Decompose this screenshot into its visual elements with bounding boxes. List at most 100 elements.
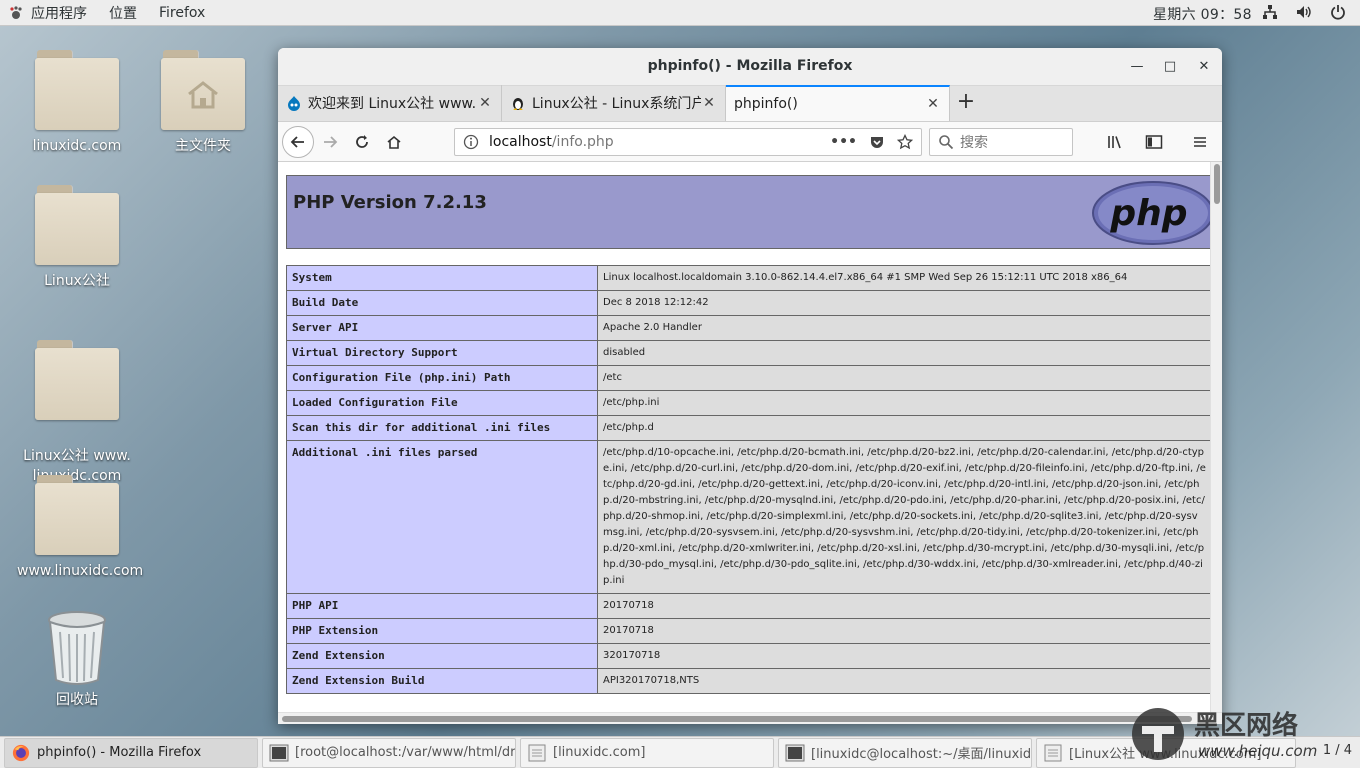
trash-icon — [48, 611, 106, 685]
vertical-scroll-thumb[interactable] — [1214, 164, 1220, 204]
horizontal-scroll-thumb[interactable] — [282, 716, 1192, 722]
desktop-folder-linuxidc[interactable]: linuxidc.com — [17, 50, 137, 156]
php-info-key: Additional .ini files parsed — [286, 440, 598, 594]
forward-button[interactable] — [314, 126, 346, 158]
tab-close-icon[interactable]: ✕ — [925, 96, 941, 112]
back-button[interactable] — [282, 125, 314, 158]
folder-icon — [35, 185, 119, 265]
minimize-button[interactable]: — — [1126, 56, 1148, 78]
desktop-icon-label: 主文件夹 — [175, 138, 231, 154]
file-manager-icon — [528, 744, 546, 761]
workspace-pager[interactable]: 1 / 4 — [1323, 743, 1352, 758]
php-info-row: System Linux localhost.localdomain 3.10.0… — [286, 265, 1212, 291]
terminal-icon — [269, 744, 289, 761]
clock[interactable]: 星期六 09：58 — [1153, 4, 1252, 24]
new-tab-button[interactable]: + — [950, 85, 982, 121]
home-button[interactable] — [378, 126, 410, 158]
php-info-key: Loaded Configuration File — [286, 390, 598, 416]
php-info-key: System — [286, 265, 598, 291]
taskbar-item-terminal-root[interactable]: [root@localhost:/var/www/html/dr… — [262, 737, 516, 768]
php-info-value: disabled — [597, 340, 1212, 366]
desktop-home-folder[interactable]: 主文件夹 — [143, 50, 263, 156]
folder-icon — [35, 50, 119, 130]
tux-icon — [513, 98, 523, 110]
php-info-row: Server API Apache 2.0 Handler — [286, 315, 1212, 341]
url-bar[interactable]: localhost/info.php ••• — [454, 128, 922, 156]
php-info-key: Configuration File (php.ini) Path — [286, 365, 598, 391]
tab-label: 欢迎来到 Linux公社 www. — [308, 96, 477, 112]
tab-close-icon[interactable]: ✕ — [477, 95, 493, 111]
horizontal-scrollbar[interactable] — [278, 712, 1222, 724]
window-titlebar[interactable]: phpinfo() - Mozilla Firefox — □ ✕ — [278, 48, 1222, 86]
taskbar-item-label: [linuxidc@localhost:~/桌面/linuxidc-… — [811, 747, 1032, 762]
php-info-value: 20170718 — [597, 618, 1212, 644]
reload-button[interactable] — [346, 126, 378, 158]
pocket-icon[interactable] — [869, 134, 885, 150]
php-info-value: API320170718,NTS — [597, 668, 1212, 694]
php-info-key: PHP API — [286, 593, 598, 619]
info-icon[interactable] — [463, 134, 479, 150]
php-info-key: Scan this dir for additional .ini files — [286, 415, 598, 441]
places-menu[interactable]: 位置 — [109, 3, 137, 23]
toolbar-right — [1100, 126, 1216, 158]
bookmark-star-icon[interactable] — [897, 134, 913, 150]
php-info-row: Zend Extension Build API320170718,NTS — [286, 668, 1212, 694]
php-info-row: Configuration File (php.ini) Path/etc — [286, 365, 1212, 391]
desktop-trash[interactable]: 回收站 — [17, 610, 137, 710]
reload-icon — [356, 134, 368, 148]
power-icon — [1331, 5, 1345, 20]
php-logo[interactable]: php — [1091, 181, 1213, 245]
firefox-icon — [12, 744, 30, 761]
open-menu-button[interactable] — [1184, 126, 1216, 158]
network-icon — [1263, 5, 1277, 19]
taskbar-item-firefox[interactable]: phpinfo() - Mozilla Firefox — [4, 737, 258, 768]
tab-label: Linux公社 - Linux系统门户 — [532, 96, 701, 112]
php-info-row: Scan this dir for additional .ini files /… — [286, 415, 1212, 441]
php-info-key: Build Date — [286, 290, 598, 316]
page-actions-icon[interactable]: ••• — [830, 134, 857, 150]
desktop-folder-linux-gongshe[interactable]: Linux公社 — [17, 185, 137, 291]
top-panel: 应用程序 位置 Firefox 星期六 09：58 — [0, 0, 1360, 26]
folder-icon — [35, 475, 119, 555]
volume-icon — [1297, 6, 1311, 18]
tab-linux-gongshe-portal[interactable]: Linux公社 - Linux系统门户 ✕ — [502, 85, 726, 121]
tab-linux-gongshe-welcome[interactable]: 欢迎来到 Linux公社 www. ✕ — [278, 85, 502, 121]
php-info-row: Virtual Directory Support disabled — [286, 340, 1212, 366]
navigation-toolbar: localhost/info.php ••• 搜索 — [278, 122, 1222, 162]
php-info-row: Additional .ini files parsed/etc/php.d/1… — [286, 440, 1212, 594]
home-folder-icon — [161, 50, 245, 130]
php-version-header: PHP Version 7.2.13 php — [286, 175, 1213, 249]
php-info-key: Virtual Directory Support — [286, 340, 598, 366]
taskbar-item-folder-window[interactable]: [Linux公社 www.linuxidc.com] — [1036, 737, 1296, 768]
applications-menu[interactable]: 应用程序 — [0, 3, 109, 23]
php-info-key: Zend Extension — [286, 643, 598, 669]
taskbar-item-label: [Linux公社 www.linuxidc.com] — [1069, 747, 1262, 762]
search-bar[interactable]: 搜索 — [929, 128, 1073, 156]
desktop-folder-www-linuxidc[interactable]: www.linuxidc.com — [17, 475, 143, 581]
desktop-icon-label: Linux公社 — [44, 273, 110, 289]
taskbar-item-terminal-linuxidc[interactable]: [linuxidc@localhost:~/桌面/linuxidc-… — [778, 737, 1032, 768]
taskbar-item-label: [linuxidc.com] — [553, 745, 646, 760]
taskbar-item-file-manager[interactable]: [linuxidc.com] — [520, 737, 774, 768]
system-tray[interactable] — [1262, 4, 1346, 20]
php-version-title: PHP Version 7.2.13 — [293, 192, 487, 213]
php-info-value: /etc/php.d/10-opcache.ini, /etc/php.d/20… — [597, 440, 1212, 594]
url-path: /info.php — [551, 134, 614, 150]
tab-phpinfo[interactable]: phpinfo() ✕ — [726, 85, 950, 121]
active-app-menu[interactable]: Firefox — [159, 5, 205, 21]
forward-arrow-icon — [324, 135, 338, 148]
library-button[interactable] — [1100, 126, 1132, 158]
bottom-taskbar: phpinfo() - Mozilla Firefox [root@localh… — [0, 736, 1360, 768]
php-info-key: Server API — [286, 315, 598, 341]
php-info-value: Apache 2.0 Handler — [597, 315, 1212, 341]
firefox-window: phpinfo() - Mozilla Firefox — □ ✕ 欢迎来到 L… — [278, 48, 1222, 724]
php-info-key: Zend Extension Build — [286, 668, 598, 694]
maximize-button[interactable]: □ — [1159, 56, 1181, 78]
file-manager-icon — [1044, 744, 1062, 761]
sidebar-button[interactable] — [1138, 126, 1170, 158]
close-window-button[interactable]: ✕ — [1193, 56, 1215, 78]
back-arrow-icon — [290, 135, 304, 148]
home-icon — [387, 135, 401, 149]
tab-close-icon[interactable]: ✕ — [701, 95, 717, 111]
vertical-scrollbar[interactable] — [1210, 162, 1222, 712]
